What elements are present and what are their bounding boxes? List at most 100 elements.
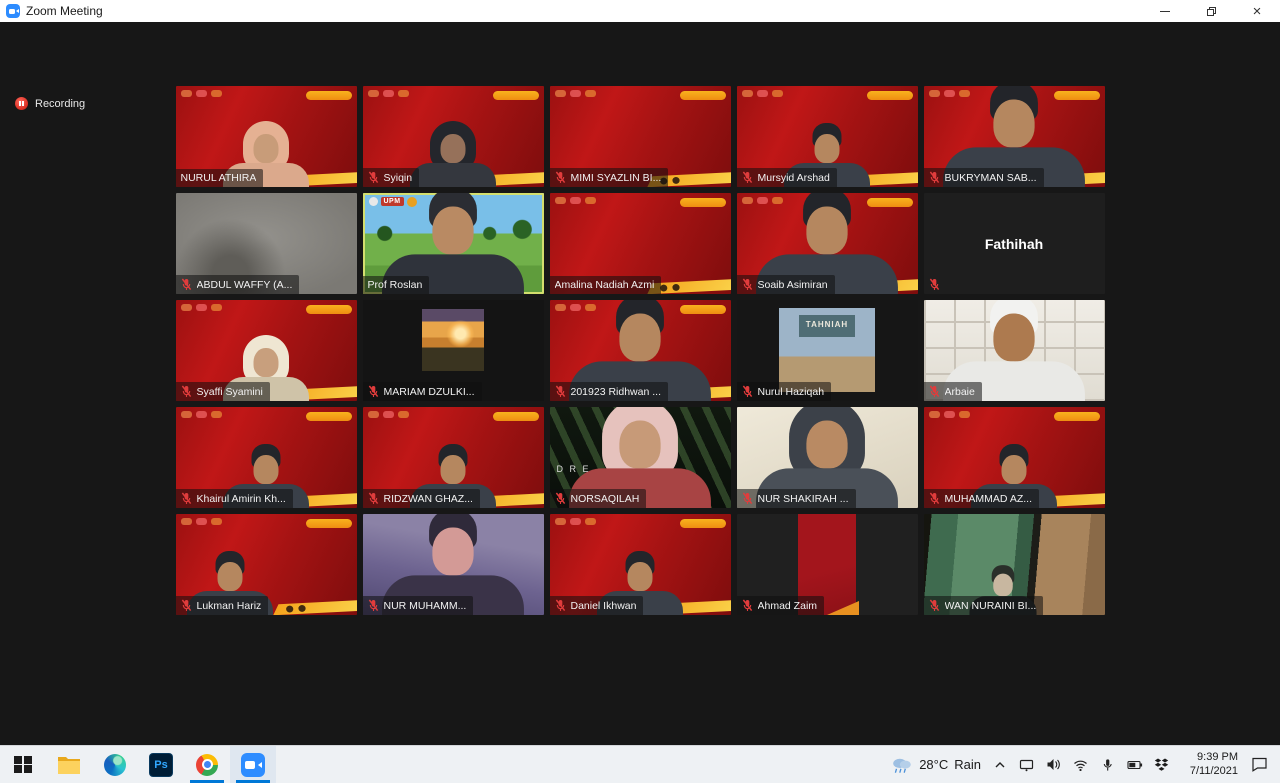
weather-widget[interactable]: 28°C Rain: [891, 756, 981, 774]
muted-mic-icon: [742, 171, 753, 184]
participant-tile[interactable]: Syiqin: [363, 86, 544, 187]
minimize-icon: [1160, 11, 1170, 12]
person-headwear: [789, 407, 865, 482]
tray-display-cast[interactable]: [1018, 754, 1035, 776]
taskbar-clock[interactable]: 9:39 PM 7/11/2021: [1180, 751, 1238, 779]
background-badge: [306, 412, 352, 421]
participant-tile[interactable]: Amalina Nadiah Azmi: [550, 193, 731, 294]
person-face: [254, 134, 279, 163]
zoom-app-icon: [6, 4, 20, 18]
tray-dropbox[interactable]: [1153, 754, 1170, 776]
participant-name: Arbaie: [945, 386, 975, 398]
chevron-up-icon: [994, 760, 1006, 770]
action-center-button[interactable]: [1248, 754, 1270, 776]
participant-name-bar: MIMI SYAZLIN BI...: [550, 168, 669, 187]
background-logos: [555, 197, 596, 204]
participant-name-bar: Syiqin: [363, 168, 420, 187]
person-headwear: [602, 407, 678, 482]
mic-icon: [1101, 758, 1114, 772]
restore-button[interactable]: [1188, 0, 1234, 22]
muted-mic-icon: [929, 492, 940, 505]
muted-mic-icon: [929, 385, 940, 398]
participant-tile[interactable]: Soaib Asimiran: [737, 193, 918, 294]
participant-tile[interactable]: Syaffi Syamini: [176, 300, 357, 401]
participant-name-bar: Prof Roslan: [363, 276, 430, 294]
person-face: [806, 421, 847, 469]
participant-name: Lukman Hariz: [197, 600, 262, 612]
person-face: [993, 314, 1034, 362]
windows-taskbar: Ps 28°C Rain: [0, 745, 1280, 783]
participant-tile[interactable]: BUKRYMAN SAB...: [924, 86, 1105, 187]
participant-tile[interactable]: Mursyid Arshad: [737, 86, 918, 187]
participant-tile[interactable]: ABDUL WAFFY (A...: [176, 193, 357, 294]
close-button[interactable]: ×: [1234, 0, 1280, 22]
taskbar-chrome[interactable]: [184, 746, 230, 783]
tray-microphone[interactable]: [1099, 754, 1116, 776]
background-logos: [929, 90, 970, 97]
wifi-icon: [1073, 759, 1088, 771]
taskbar-file-explorer[interactable]: [46, 746, 92, 783]
participant-name-bar: Mursyid Arshad: [737, 168, 837, 187]
person-face: [254, 455, 279, 484]
person-headwear: [429, 514, 477, 549]
muted-mic-icon: [929, 599, 940, 612]
recording-indicator[interactable]: Recording: [15, 97, 85, 110]
participant-tile[interactable]: D R E NORSAQILAH: [550, 407, 731, 508]
minimize-button[interactable]: [1142, 0, 1188, 22]
person-face: [217, 562, 242, 591]
participant-tile[interactable]: UPM Prof Roslan: [363, 193, 544, 294]
participant-tile[interactable]: Fathihah Fathihah: [924, 193, 1105, 294]
participant-tile[interactable]: RIDZWAN GHAZ...: [363, 407, 544, 508]
background-badge: [680, 305, 726, 314]
tray-wifi[interactable]: [1072, 754, 1089, 776]
muted-mic-icon: [742, 278, 753, 291]
background-logos: [368, 90, 409, 97]
participant-tile[interactable]: NURUL ATHIRA: [176, 86, 357, 187]
participant-tile[interactable]: Ahmad Zaim: [737, 514, 918, 615]
participant-tile[interactable]: MUHAMMAD AZ...: [924, 407, 1105, 508]
participant-name-bar: WAN NURAINI BI...: [924, 596, 1044, 615]
weather-condition: Rain: [954, 757, 981, 772]
battery-icon: [1127, 760, 1143, 770]
tray-battery[interactable]: [1126, 754, 1143, 776]
muted-mic-icon: [555, 171, 566, 184]
chrome-icon: [196, 754, 218, 776]
taskbar-zoom[interactable]: [230, 746, 276, 783]
participant-tile[interactable]: Daniel Ikhwan: [550, 514, 731, 615]
rain-weather-icon: [891, 756, 913, 774]
participant-name: RIDZWAN GHAZ...: [384, 493, 473, 505]
participant-tile[interactable]: TAHNIAH Nurul Haziqah: [737, 300, 918, 401]
participant-tile[interactable]: Khairul Amirin Kh...: [176, 407, 357, 508]
tray-volume[interactable]: [1045, 754, 1062, 776]
background-logo-text: UPM: [381, 197, 404, 206]
background-logos: [181, 411, 222, 418]
muted-mic-icon: [929, 278, 940, 291]
background-logos: [181, 90, 222, 97]
participant-tile[interactable]: NUR MUHAMM...: [363, 514, 544, 615]
taskbar-photoshop[interactable]: Ps: [138, 746, 184, 783]
start-button[interactable]: [0, 746, 46, 783]
taskbar-edge[interactable]: [92, 746, 138, 783]
participant-tile[interactable]: MIMI SYAZLIN BI...: [550, 86, 731, 187]
participant-tile[interactable]: MARIAM DZULKI...: [363, 300, 544, 401]
participant-name-bar: NORSAQILAH: [550, 489, 647, 508]
tray-overflow-chevron[interactable]: [991, 754, 1008, 776]
participant-name-bar: Syaffi Syamini: [176, 382, 270, 401]
muted-mic-icon: [368, 599, 379, 612]
background-badge: [680, 519, 726, 528]
muted-mic-icon: [181, 278, 192, 291]
window-controls: ×: [1142, 0, 1280, 22]
participant-tile[interactable]: WAN NURAINI BI...: [924, 514, 1105, 615]
participant-name-bar: NUR MUHAMM...: [363, 596, 474, 615]
participant-tile[interactable]: NUR SHAKIRAH ...: [737, 407, 918, 508]
participant-tile[interactable]: 201923 Ridhwan ...: [550, 300, 731, 401]
participant-tile[interactable]: Lukman Hariz: [176, 514, 357, 615]
muted-mic-icon: [181, 492, 192, 505]
display-icon: [1019, 758, 1034, 772]
participant-tile[interactable]: Arbaie: [924, 300, 1105, 401]
participant-name-bar: NURUL ATHIRA: [176, 169, 264, 187]
person-face: [441, 134, 466, 163]
background-ribbon: [273, 386, 357, 401]
edge-icon: [104, 754, 126, 776]
background-badge: [306, 305, 352, 314]
